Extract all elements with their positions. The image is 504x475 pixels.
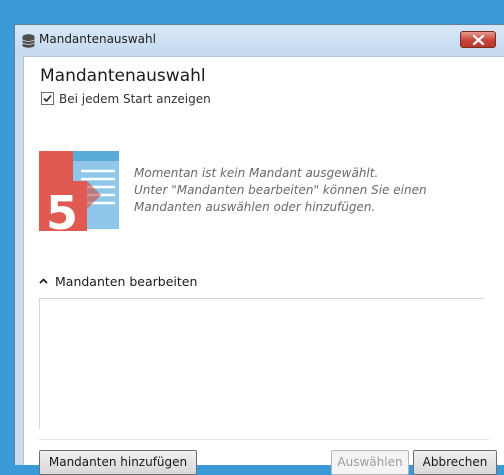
close-icon <box>472 35 485 45</box>
info-message: Momentan ist kein Mandant ausgewählt. Un… <box>134 165 464 216</box>
database-icon <box>22 33 35 48</box>
cancel-button[interactable]: Abbrechen <box>413 450 497 475</box>
info-message-line: Unter "Mandanten bearbeiten" können Sie … <box>134 183 427 197</box>
title-bar[interactable]: Mandantenauswahl <box>15 25 504 55</box>
mandanten-expander[interactable]: Mandanten bearbeiten <box>39 273 197 289</box>
chevron-up-icon <box>39 278 48 284</box>
info-message-line: Mandanten auswählen oder hinzufügen. <box>134 200 376 214</box>
show-on-start-label: Bei jedem Start anzeigen <box>59 91 211 106</box>
window-title: Mandantenauswahl <box>39 32 156 46</box>
expander-label: Mandanten bearbeiten <box>55 273 198 289</box>
mandanten-list[interactable] <box>39 298 484 429</box>
dialog-window: Mandantenauswahl Mandantenauswahl Bei je… <box>14 24 504 475</box>
show-on-start-option[interactable]: Bei jedem Start anzeigen <box>41 91 211 106</box>
close-button[interactable] <box>460 31 496 48</box>
add-mandant-button[interactable]: Mandanten hinzufügen <box>39 450 197 475</box>
dialog-heading: Mandantenauswahl <box>40 66 206 86</box>
footer-divider <box>39 439 489 440</box>
logo-digit: 5 <box>46 186 78 231</box>
select-button[interactable]: Auswählen <box>331 450 409 475</box>
info-message-line: Momentan ist kein Mandant ausgewählt. <box>134 166 379 180</box>
show-on-start-checkbox[interactable] <box>41 92 54 105</box>
app-logo: 5 <box>39 151 119 240</box>
dialog-content: Mandantenauswahl Bei jedem Start anzeige… <box>23 56 504 475</box>
checkmark-icon <box>43 94 52 103</box>
